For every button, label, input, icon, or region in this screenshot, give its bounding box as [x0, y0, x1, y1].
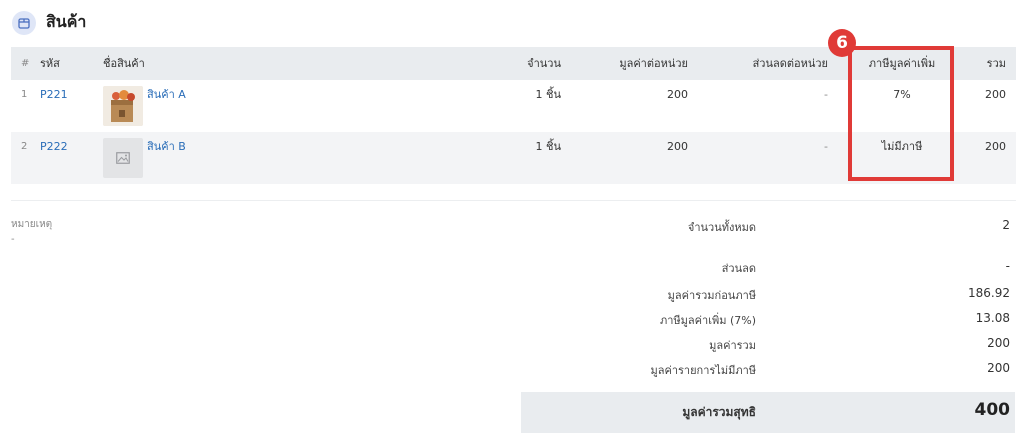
note-value: -	[11, 234, 15, 245]
net-total-label: มูลค่ารวมสุทธิ	[682, 405, 756, 419]
product-name-link[interactable]: สินค้า B	[147, 135, 186, 159]
discount-value: -	[1005, 259, 1010, 273]
row-index: 1	[21, 89, 28, 100]
product-name-link[interactable]: สินค้า A	[147, 83, 186, 107]
product-code-link[interactable]: P222	[40, 135, 68, 159]
header-discount: ส่วนลดต่อหน่วย	[752, 57, 828, 70]
non-vat-label: มูลค่ารายการไม่มีภาษี	[650, 364, 756, 377]
unit-price: 200	[667, 140, 688, 153]
net-total-bar	[521, 392, 1015, 433]
total-label: มูลค่ารวม	[709, 339, 756, 352]
total-value: 200	[987, 336, 1010, 350]
header-total: รวม	[986, 57, 1006, 70]
discount: -	[824, 88, 828, 101]
header-code: รหัส	[40, 57, 60, 70]
vat-amount-value: 13.08	[975, 311, 1010, 325]
header-name: ชื่อสินค้า	[103, 57, 145, 70]
product-photo-icon	[103, 86, 143, 126]
header-unit-price: มูลค่าต่อหน่วย	[619, 57, 688, 70]
divider	[11, 200, 1016, 201]
note-label: หมายเหตุ	[11, 219, 53, 230]
section-header: สินค้า	[12, 10, 86, 35]
discount: -	[824, 140, 828, 153]
vat-label: ภาษีมูลค่าเพิ่ม (7%)	[660, 314, 756, 327]
row-total: 200	[985, 140, 1006, 153]
section-title: สินค้า	[46, 12, 87, 31]
row-total: 200	[985, 88, 1006, 101]
header-index: #	[21, 58, 30, 69]
step-badge: 6	[828, 29, 856, 57]
quantity: 1 ชิ้น	[535, 140, 561, 153]
non-vat-value: 200	[987, 361, 1010, 375]
row-index: 2	[21, 141, 28, 152]
pre-tax-label: มูลค่ารวมก่อนภาษี	[667, 289, 756, 302]
quantity: 1 ชิ้น	[535, 88, 561, 101]
discount-label: ส่วนลด	[721, 262, 756, 275]
store-icon	[12, 10, 36, 35]
product-code-link[interactable]: P221	[40, 83, 68, 107]
vat-column-highlight	[848, 46, 954, 181]
image-placeholder-icon	[103, 138, 143, 178]
header-quantity: จำนวน	[527, 57, 561, 70]
total-quantity-value: 2	[1002, 218, 1010, 232]
net-total-value: 400	[974, 400, 1011, 420]
unit-price: 200	[667, 88, 688, 101]
total-quantity-label: จำนวนทั้งหมด	[687, 221, 756, 234]
pre-tax-value: 186.92	[968, 286, 1010, 300]
